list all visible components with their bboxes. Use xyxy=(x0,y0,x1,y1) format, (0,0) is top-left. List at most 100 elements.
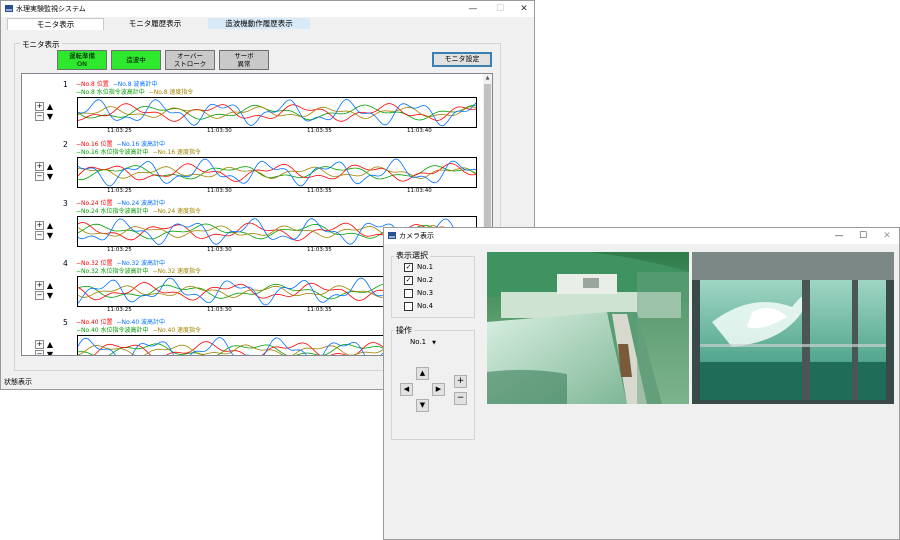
legend-speed-command: −No.32 速度指令 xyxy=(152,267,202,275)
display-select-label: 表示選択 xyxy=(394,250,430,261)
legend-command-gauge: −No.40 水位指令波高計中 xyxy=(76,327,149,334)
check-icon: ✓ xyxy=(404,262,413,272)
legend-speed-command: −No.8 速度指令 xyxy=(148,89,194,96)
operation-ready-indicator: 運転準備 ON xyxy=(57,50,107,70)
time-tick-label: 11:03:25 xyxy=(107,247,132,253)
scale-up-icon[interactable]: ▲ xyxy=(45,221,55,230)
tab-monitor[interactable]: モニタ表示 xyxy=(7,18,104,30)
scale-down-icon[interactable]: ▼ xyxy=(45,112,55,121)
trace-waveforms xyxy=(77,158,477,186)
overstroke-indicator: オーバー ストローク xyxy=(165,50,215,70)
camera-image-no1 xyxy=(487,252,689,404)
scale-up-icon[interactable]: ▲ xyxy=(45,281,55,290)
minimize-button[interactable]: — xyxy=(827,228,851,244)
camera-checkbox-no1[interactable]: ✓ No.1 xyxy=(404,262,433,272)
legend-speed-command: −No.40 速度指令 xyxy=(152,327,202,334)
maximize-button[interactable]: ☐ xyxy=(851,228,875,244)
legend-command-gauge: −No.16 水位指令波高計中 xyxy=(76,148,149,156)
camera-titlebar[interactable]: カメラ表示 — ☐ ✕ xyxy=(384,228,899,244)
time-tick-label: 11:03:35 xyxy=(307,128,332,134)
camera-image-no2 xyxy=(692,252,894,404)
trace-legend: −No.24 水位指令波高計中 −No.24 速度指令 xyxy=(76,206,205,215)
zoom-in-button[interactable]: + xyxy=(35,280,44,290)
zoom-out-button[interactable]: − xyxy=(35,290,44,300)
scale-down-icon[interactable]: ▼ xyxy=(45,172,55,181)
trace-row: 2 −No.16 位置 −No.16 波高計中 −No.16 水位指令波高計中 −No.… xyxy=(28,136,478,196)
monitor-settings-button[interactable]: モニタ設定 xyxy=(432,52,492,67)
scale-down-icon[interactable]: ▼ xyxy=(45,291,55,300)
zoom-out-button[interactable]: − xyxy=(35,171,44,181)
trace-series-line xyxy=(77,103,477,122)
time-tick-label: 11:03:35 xyxy=(307,187,332,194)
trace-number: 4 xyxy=(63,258,68,268)
time-tick-label: 11:03:30 xyxy=(207,128,232,134)
trace-waveforms xyxy=(77,99,477,127)
minimize-button[interactable]: — xyxy=(461,1,485,17)
time-tick-label: 11:03:35 xyxy=(307,306,332,313)
scale-down-icon[interactable]: ▼ xyxy=(45,350,55,355)
tab-wavemaker-history[interactable]: 造波機動作履歴表示 xyxy=(208,18,310,29)
trace-legend: −No.16 水位指令波高計中 −No.16 速度指令 xyxy=(76,147,205,156)
legend-speed-command: −No.24 速度指令 xyxy=(152,208,202,215)
zoom-in-button[interactable]: + xyxy=(454,375,467,388)
scale-down-icon[interactable]: ▼ xyxy=(45,231,55,240)
app-icon xyxy=(5,5,13,12)
zoom-out-button[interactable]: − xyxy=(35,231,44,240)
servo-error-indicator: サーボ 異常 xyxy=(219,50,269,70)
dropdown-arrow-icon: ▼ xyxy=(432,340,436,346)
legend-command-gauge: −No.24 水位指令波高計中 xyxy=(76,208,149,215)
close-button[interactable]: ✕ xyxy=(512,1,536,17)
zoom-in-button[interactable]: + xyxy=(35,102,44,111)
close-button[interactable]: ✕ xyxy=(875,228,899,244)
trace-series-line xyxy=(77,99,477,127)
time-tick-label: 11:03:25 xyxy=(107,128,132,134)
legend-command-gauge: −No.8 水位指令波高計中 xyxy=(76,89,145,96)
maximize-button[interactable]: ☐ xyxy=(488,1,512,17)
monitor-group-label: モニタ表示 xyxy=(20,39,62,50)
time-tick-label: 11:03:35 xyxy=(307,247,332,253)
camera-checkbox-no2[interactable]: ✓ No.2 xyxy=(404,275,433,285)
pan-left-button[interactable]: ◀ xyxy=(400,383,413,396)
zoom-out-button[interactable]: − xyxy=(454,392,467,405)
zoom-in-button[interactable]: + xyxy=(35,221,44,230)
trace-series-line xyxy=(77,104,477,121)
trace-number: 2 xyxy=(63,139,68,149)
time-tick-label: 11:03:25 xyxy=(107,306,132,313)
trace-plot xyxy=(77,156,477,188)
legend-command-gauge: −No.32 水位指令波高計中 xyxy=(76,267,149,275)
pan-right-button[interactable]: ▶ xyxy=(432,383,445,396)
time-tick-label: 11:03:25 xyxy=(107,187,132,194)
trace-number: 1 xyxy=(63,80,68,89)
window-title: 水理実験監視システム xyxy=(16,5,86,13)
trace-legend: −No.32 水位指令波高計中 −No.32 速度指令 xyxy=(76,266,205,275)
time-tick-label: 11:03:40 xyxy=(407,187,432,194)
legend-speed-command: −No.16 速度指令 xyxy=(152,148,202,156)
tab-monitor-history[interactable]: モニタ履歴表示 xyxy=(105,18,205,29)
main-tabs: モニタ表示 モニタ履歴表示 造波機動作履歴表示 xyxy=(2,18,533,30)
app-icon xyxy=(388,232,396,239)
trace-plot xyxy=(77,97,477,128)
pan-up-button[interactable]: ▲ xyxy=(416,367,429,380)
pan-down-button[interactable]: ▼ xyxy=(416,399,429,412)
scale-up-icon[interactable]: ▲ xyxy=(45,162,55,171)
camera-select-dropdown[interactable]: No.1 ▼ xyxy=(410,338,436,346)
scale-up-icon[interactable]: ▲ xyxy=(45,102,55,111)
camera-checkbox-no3[interactable]: No.3 xyxy=(404,288,433,298)
camera-window-title: カメラ表示 xyxy=(399,232,434,240)
zoom-in-button[interactable]: + xyxy=(35,340,44,349)
main-titlebar[interactable]: 水理実験監視システム — ☐ ✕ xyxy=(1,1,534,17)
scroll-up-icon[interactable]: ▲ xyxy=(483,74,492,83)
trace-row: 1 −No.8 位置 −No.8 波高計中 −No.8 水位指令波高計中 −No.8 速… xyxy=(28,76,478,136)
camera-checkbox-no4[interactable]: No.4 xyxy=(404,301,433,311)
scale-up-icon[interactable]: ▲ xyxy=(45,340,55,349)
zoom-in-button[interactable]: + xyxy=(35,161,44,171)
zoom-out-button[interactable]: − xyxy=(35,112,44,121)
zoom-out-button[interactable]: − xyxy=(35,350,44,355)
time-tick-label: 11:03:30 xyxy=(207,187,232,194)
time-tick-label: 11:03:40 xyxy=(407,128,432,134)
operation-label: 操作 xyxy=(394,325,414,336)
wave-generating-indicator: 造波中 xyxy=(111,50,161,70)
trace-legend: −No.8 水位指令波高計中 −No.8 速度指令 xyxy=(76,87,197,96)
trace-number: 3 xyxy=(63,199,68,208)
trace-number: 5 xyxy=(63,318,68,327)
